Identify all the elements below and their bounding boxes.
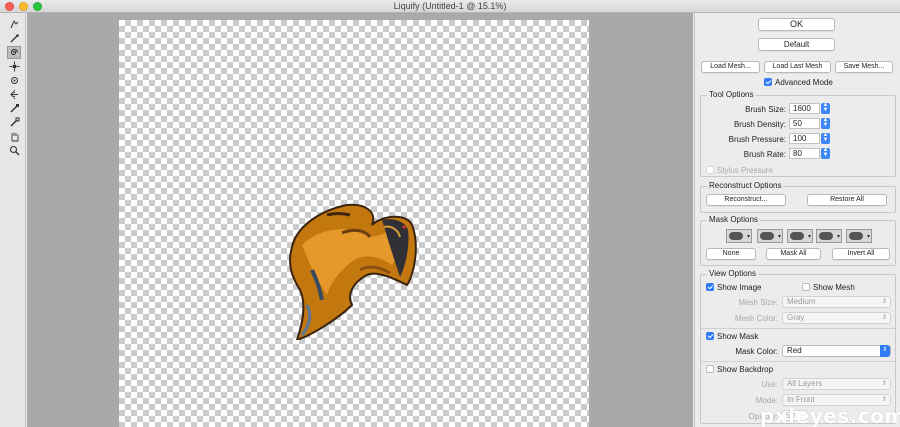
thaw-mask-tool-icon[interactable] (7, 116, 21, 129)
show-backdrop-checkbox[interactable] (706, 365, 714, 373)
ok-button[interactable]: OK (758, 18, 835, 31)
mode-value: In Front (787, 395, 815, 404)
brush-rate-label: Brush Rate: (743, 150, 786, 159)
restore-all-button[interactable]: Restore All (807, 194, 887, 206)
options-panel: OK Default Load Mesh... Load Last Mesh S… (694, 13, 900, 427)
mask-options-title: Mask Options (707, 215, 760, 224)
default-button[interactable]: Default (758, 38, 835, 51)
pucker-tool-icon[interactable] (7, 60, 21, 73)
load-mesh-button[interactable]: Load Mesh... (701, 61, 760, 73)
brush-pressure-stepper[interactable]: ▲ ▼ (821, 132, 830, 144)
chevron-updown-icon: ⇕ (881, 299, 887, 305)
divider (701, 328, 895, 329)
chevron-updown-icon: ⇕ (881, 381, 887, 387)
transparent-canvas[interactable] (119, 20, 589, 427)
brush-pressure-input[interactable]: 100 (789, 133, 820, 144)
watermark-text: pxleyes.com (760, 404, 900, 427)
stylus-pressure-checkbox[interactable] (706, 166, 714, 174)
mask-none-button[interactable]: None (706, 248, 756, 260)
invert-all-button[interactable]: Invert All (832, 248, 890, 260)
zoom-tool-icon[interactable] (7, 144, 21, 157)
advanced-mode-checkbox[interactable] (764, 78, 772, 86)
mask-color-select[interactable]: Red ⇕ (782, 345, 891, 357)
reconstruct-tool-icon[interactable] (7, 32, 21, 45)
view-options-title: View Options (707, 269, 758, 278)
add-to-selection-icon[interactable]: ▾ (757, 229, 783, 243)
mask-all-button[interactable]: Mask All (766, 248, 821, 260)
show-image-checkbox[interactable] (706, 283, 714, 291)
hand-tool-icon[interactable] (7, 130, 21, 143)
chevron-updown-icon: ⇕ (880, 345, 890, 357)
twirl-tool-icon[interactable] (7, 46, 21, 59)
forward-warp-tool-icon[interactable] (7, 18, 21, 31)
use-value: All Layers (787, 379, 823, 388)
mesh-color-label: Mesh Color: (734, 314, 778, 323)
replace-selection-icon[interactable]: ▾ (726, 229, 752, 243)
show-backdrop-label: Show Backdrop (717, 365, 774, 374)
brush-size-stepper[interactable]: ▲ ▼ (821, 102, 830, 114)
title-bar: Liquify (Untitled-1 @ 15.1%) (0, 0, 900, 13)
show-mesh-checkbox[interactable] (802, 283, 810, 291)
preview-area[interactable] (27, 13, 693, 427)
window-title: Liquify (Untitled-1 @ 15.1%) (393, 1, 507, 11)
mask-options-group: Mask Options ▾ ▾ ▾ ▾ ▾ None Mask All Inv… (700, 215, 896, 266)
mesh-color-value: Gray (787, 313, 805, 322)
mesh-size-select[interactable]: Medium ⇕ (782, 296, 891, 308)
brush-density-stepper[interactable]: ▲ ▼ (821, 117, 830, 129)
advanced-mode-label: Advanced Mode (775, 78, 833, 87)
mask-color-value: Red (787, 346, 802, 355)
mesh-color-select[interactable]: Gray ⇕ (782, 312, 891, 324)
bloat-tool-icon[interactable] (7, 74, 21, 87)
save-mesh-button[interactable]: Save Mesh... (835, 61, 893, 73)
brush-density-input[interactable]: 50 (789, 118, 820, 129)
reconstruct-button[interactable]: Reconstruct... (706, 194, 786, 206)
reconstruct-options-group: Reconstruct Options Reconstruct... Resto… (700, 181, 896, 213)
brush-pressure-label: Brush Pressure: (728, 135, 786, 144)
reconstruct-options-title: Reconstruct Options (707, 181, 784, 190)
push-left-tool-icon[interactable] (7, 88, 21, 101)
brush-rate-input[interactable]: 80 (789, 148, 820, 159)
brush-size-input[interactable]: 1600 (789, 103, 820, 114)
intersect-selection-icon[interactable]: ▾ (816, 229, 842, 243)
brush-size-label: Brush Size: (745, 105, 786, 114)
tool-options-group: Tool Options Brush Size: 1600 ▲ ▼ Brush D… (700, 90, 896, 177)
divider (701, 361, 895, 362)
chevron-updown-icon: ⇕ (881, 315, 887, 321)
brush-rate-stepper[interactable]: ▲ ▼ (821, 147, 830, 159)
freeze-mask-tool-icon[interactable] (7, 102, 21, 115)
subtract-from-selection-icon[interactable]: ▾ (787, 229, 813, 243)
liquified-artwork (289, 203, 417, 340)
tool-options-title: Tool Options (707, 90, 756, 99)
tool-palette (0, 13, 26, 427)
view-options-group: View Options Show Image Show Mesh Mesh S… (700, 269, 896, 424)
mesh-size-value: Medium (787, 297, 816, 306)
use-select[interactable]: All Layers ⇕ (782, 378, 891, 390)
invert-selection-icon[interactable]: ▾ (846, 229, 872, 243)
show-image-label: Show Image (717, 283, 762, 292)
use-label: Use: (761, 380, 778, 389)
load-last-mesh-button[interactable]: Load Last Mesh (764, 61, 831, 73)
mask-color-label: Mask Color: (735, 347, 778, 356)
show-mask-checkbox[interactable] (706, 332, 714, 340)
mesh-size-label: Mesh Size: (738, 298, 778, 307)
brush-density-label: Brush Density: (733, 120, 786, 129)
show-mesh-label: Show Mesh (813, 283, 855, 292)
show-mask-label: Show Mask (717, 332, 759, 341)
stylus-pressure-label: Stylus Pressure (717, 166, 774, 175)
